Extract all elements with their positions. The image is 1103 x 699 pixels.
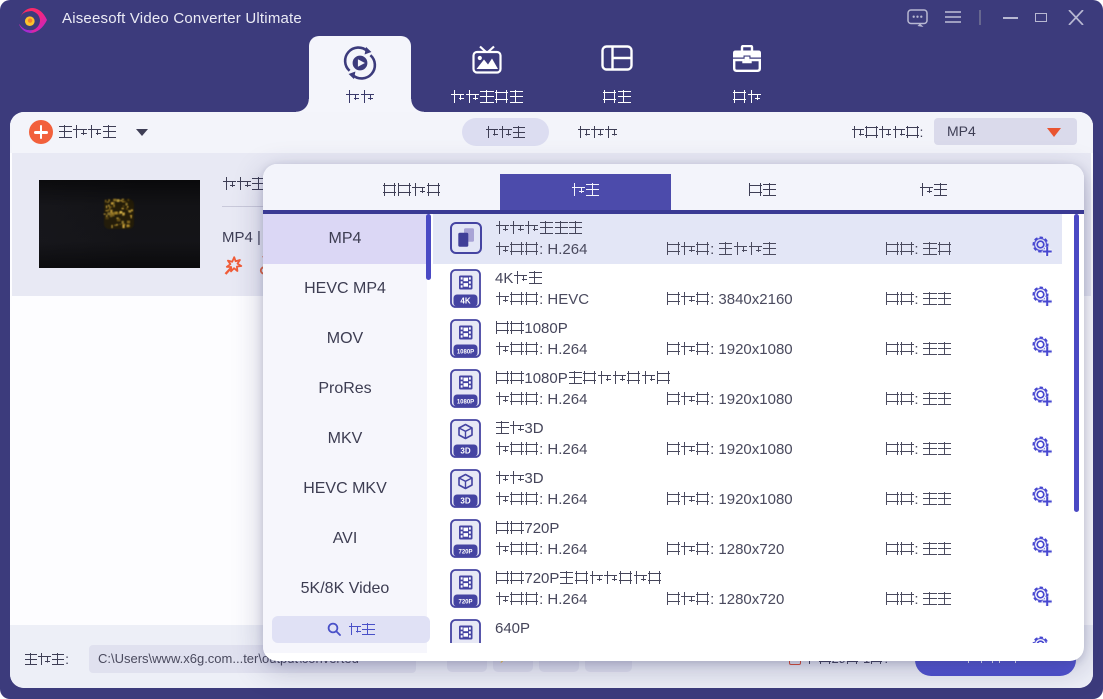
svg-text:3D: 3D (460, 497, 470, 506)
svg-text:720P: 720P (458, 549, 472, 555)
svg-text:720P: 720P (458, 599, 472, 605)
svg-text:4K: 4K (460, 296, 470, 305)
svg-text:1080P: 1080P (457, 349, 474, 355)
svg-text:1080P: 1080P (457, 399, 474, 405)
svg-text:3D: 3D (460, 447, 470, 456)
